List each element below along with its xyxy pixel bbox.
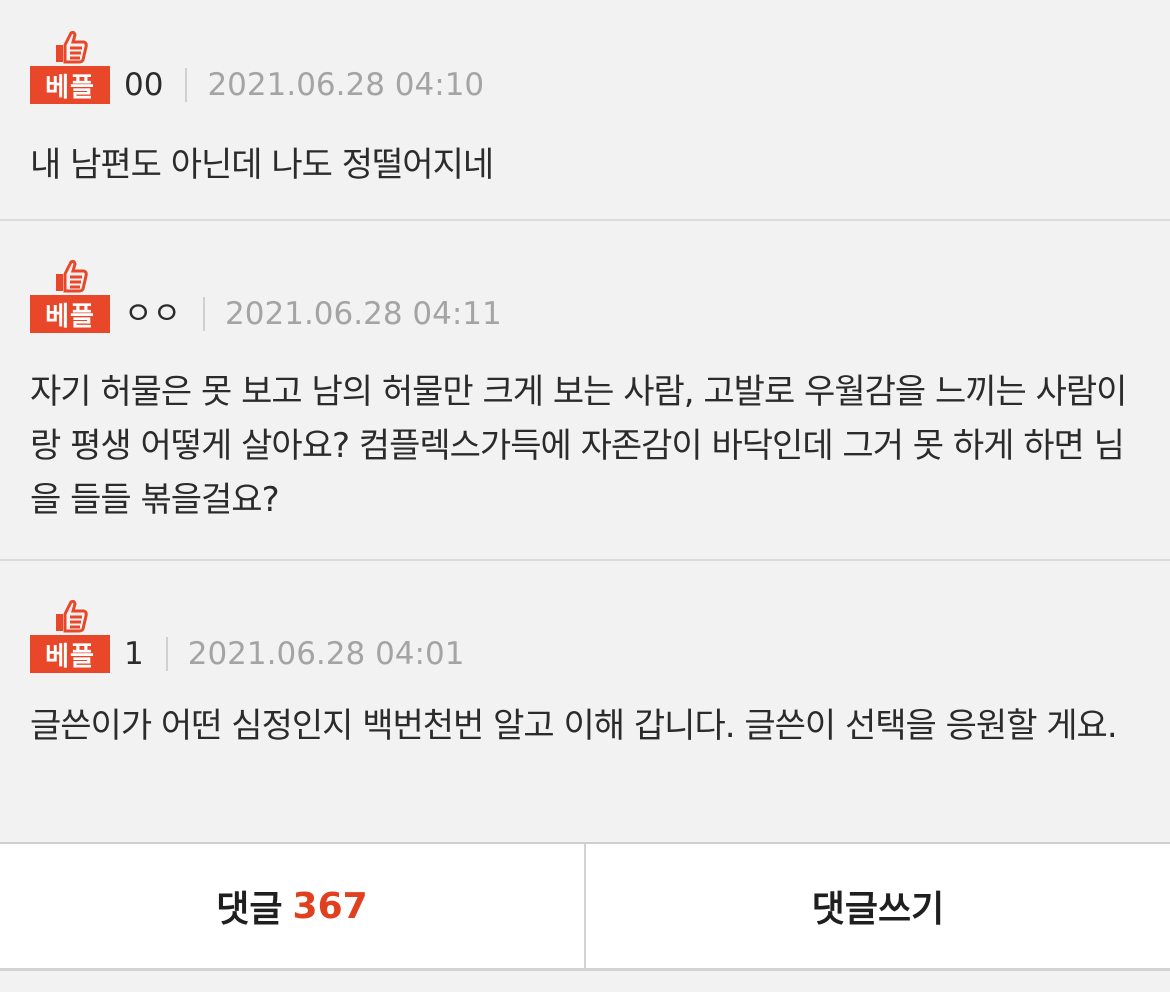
- write-comment-label: 댓글쓰기: [811, 889, 945, 930]
- comment-text: 글쓴이가 어떤 심정인지 백번천번 알고 이해 갑니다. 글쓴이 선택을 응원할…: [30, 706, 1118, 746]
- comment-text: 내 남편도 아닌데 나도 정떨어지네: [30, 145, 494, 185]
- comment-date: 2021.06.28 04:10: [207, 67, 485, 103]
- meta-divider: [185, 68, 188, 102]
- best-badge-label: 베플: [30, 66, 110, 104]
- comment-item: 베플 1 2021.06.28 04:01 글쓴이가 어떤 심정인지 백번천번 …: [0, 561, 1170, 844]
- comment-meta: 베플 00 2021.06.28 04:10: [30, 30, 484, 104]
- best-badge-label: 베플: [30, 635, 110, 673]
- comment-meta: 베플 ㅇㅇ 2021.06.28 04:11: [30, 259, 502, 333]
- best-badge: 베플: [30, 599, 110, 673]
- comment-meta: 베플 1 2021.06.28 04:01: [30, 599, 464, 673]
- comment-date: 2021.06.28 04:11: [225, 296, 502, 332]
- comment-item: 베플 00 2021.06.28 04:10 내 남편도 아닌데 나도 정떨어지…: [0, 0, 1170, 221]
- comment-date: 2021.06.28 04:01: [187, 636, 465, 672]
- comments-label: 댓글: [216, 889, 283, 930]
- thumbs-up-icon: [56, 599, 88, 633]
- comment-item: 베플 ㅇㅇ 2021.06.28 04:11 자기 허물은 못 보고 남의 허물…: [0, 221, 1170, 561]
- meta-divider: [165, 637, 168, 671]
- comments-count: 367: [292, 885, 368, 927]
- comment-nickname: 00: [124, 67, 164, 103]
- comment-text: 자기 허물은 못 보고 남의 허물만 크게 보는 사람, 고발로 우월감을 느끼…: [30, 372, 1127, 520]
- comment-nickname: ㅇㅇ: [124, 296, 182, 332]
- view-comments-button[interactable]: 댓글 367: [0, 844, 586, 968]
- best-badge-label: 베플: [30, 295, 110, 333]
- thumbs-up-icon: [56, 259, 88, 293]
- comment-nickname: 1: [124, 636, 144, 672]
- best-badge: 베플: [30, 259, 110, 333]
- comment-footer-bar: 댓글 367 댓글쓰기: [0, 844, 1170, 971]
- best-badge: 베플: [30, 30, 110, 104]
- meta-divider: [203, 297, 206, 331]
- write-comment-button[interactable]: 댓글쓰기: [586, 844, 1170, 968]
- thumbs-up-icon: [56, 30, 88, 64]
